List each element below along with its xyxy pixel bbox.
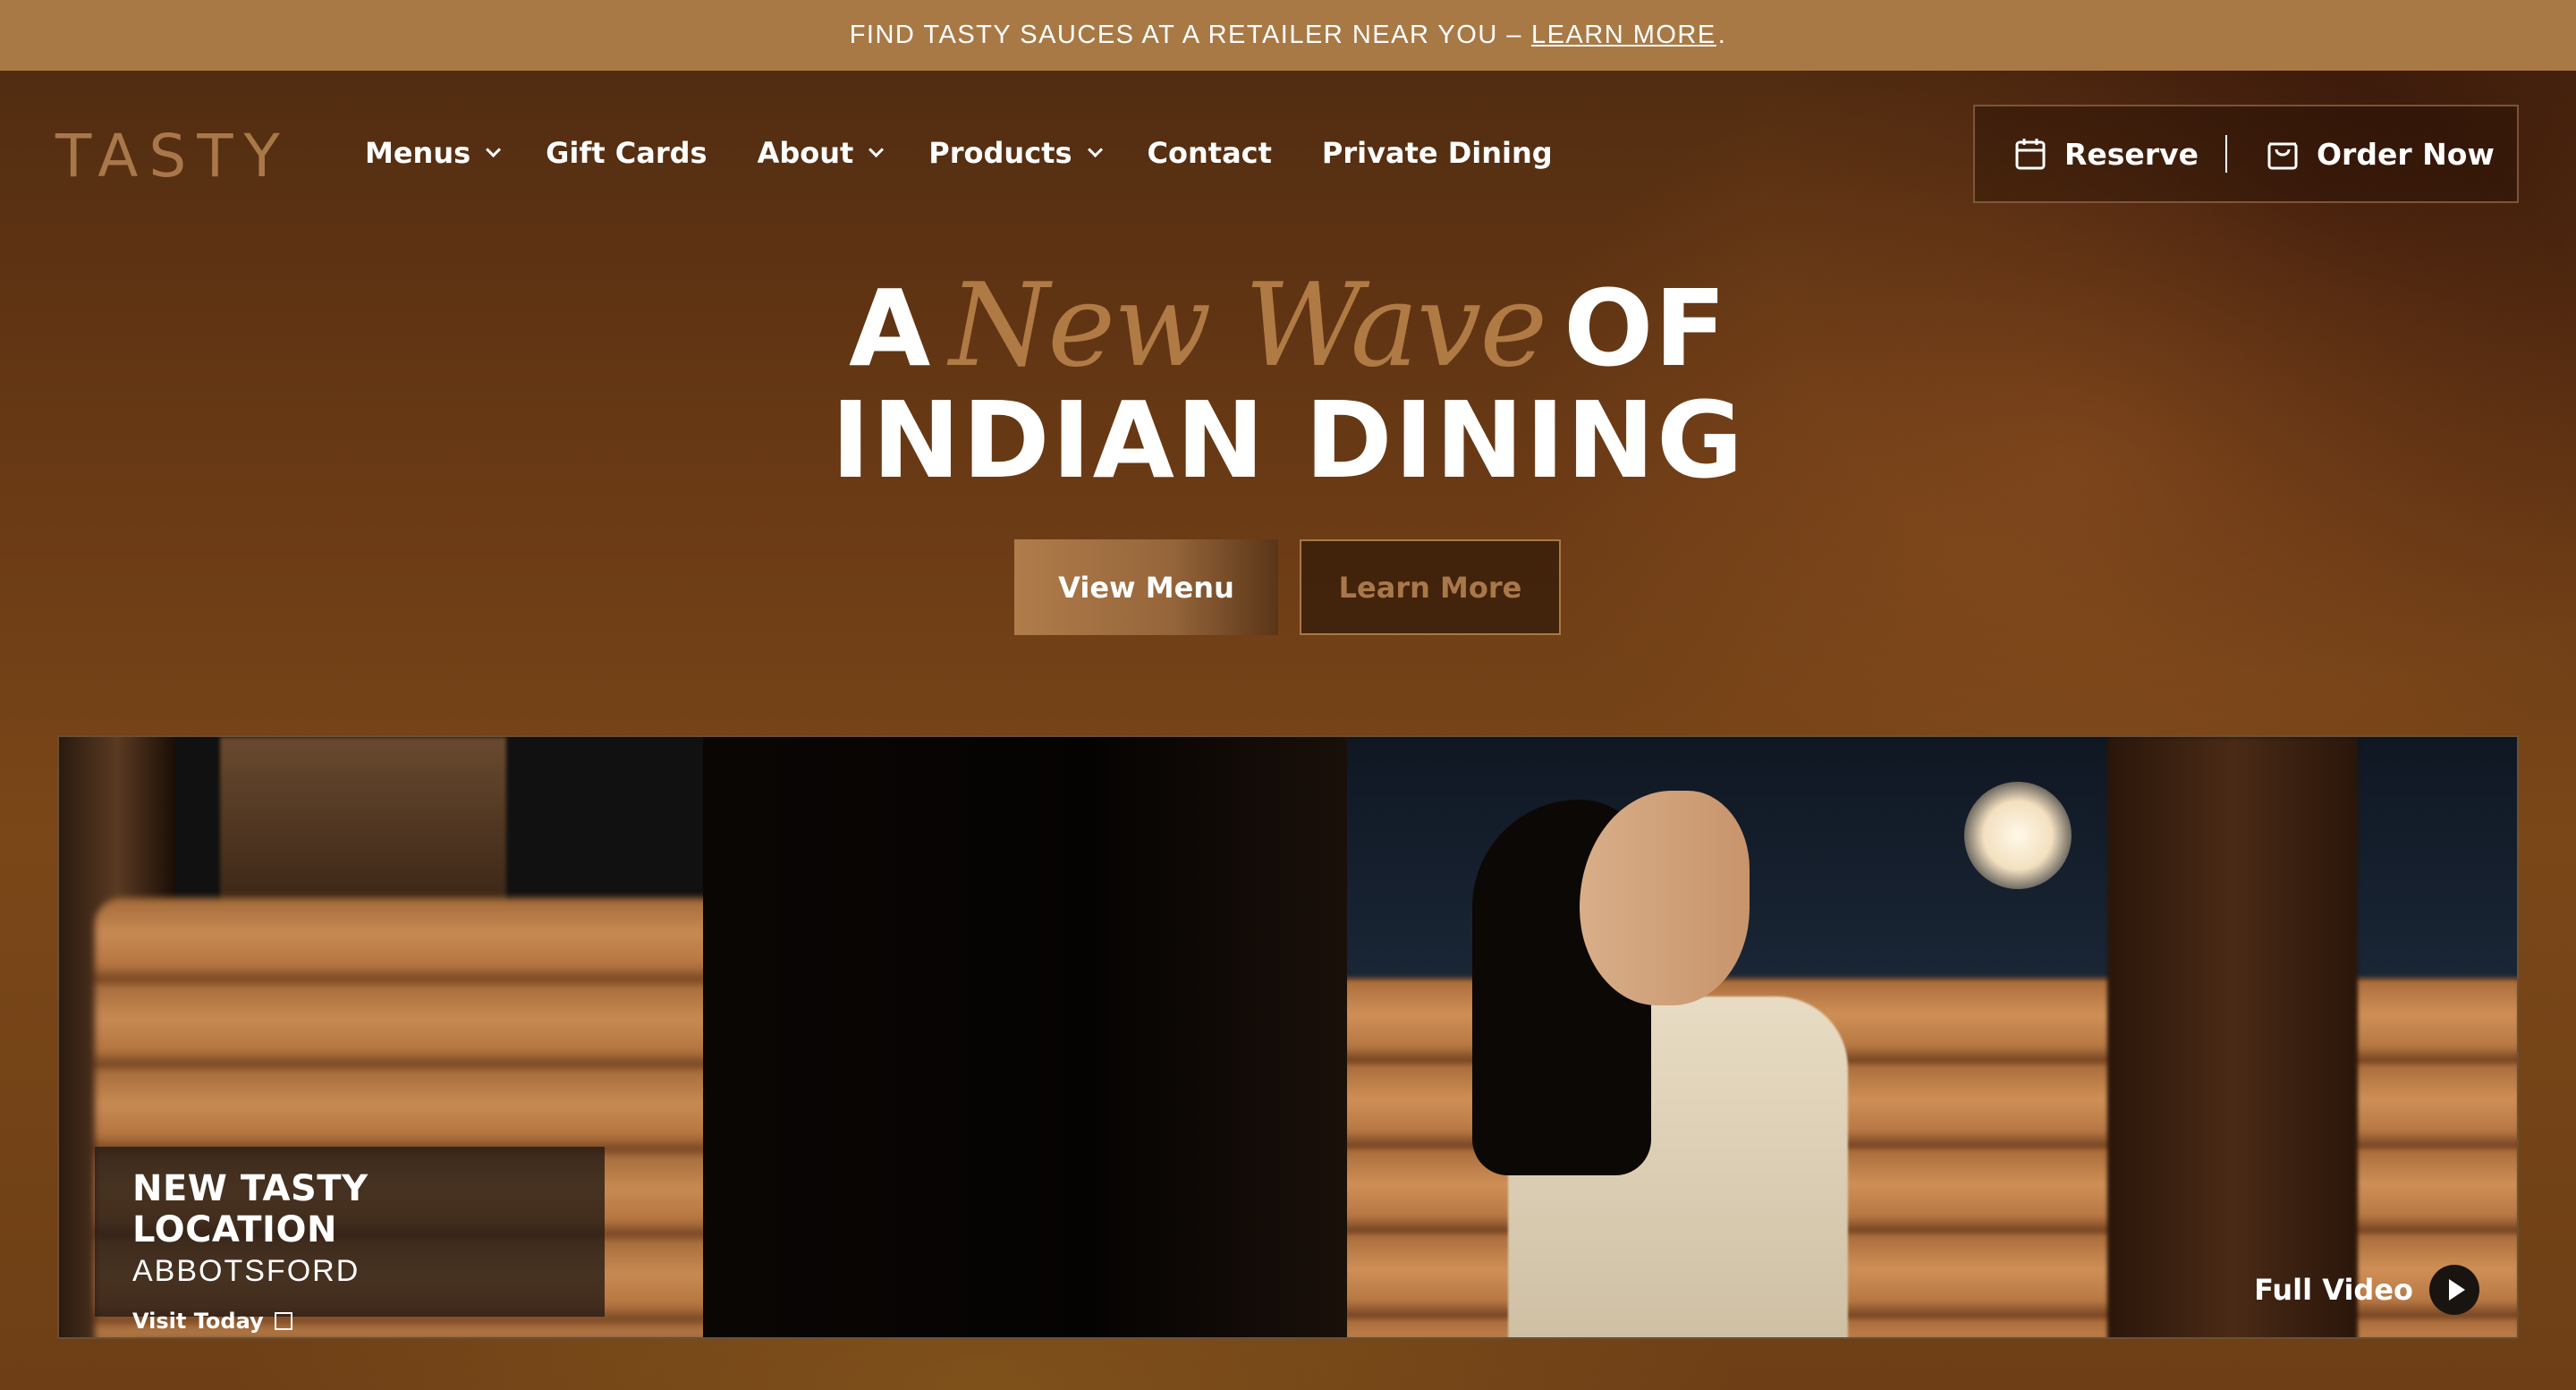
video-wall [220, 737, 506, 907]
location-title: NEW TASTY LOCATION [132, 1168, 369, 1250]
nav-item-private-dining[interactable]: Private Dining [1322, 131, 1553, 175]
hero-line-1: A New Wave OF [0, 268, 2576, 387]
nav-label: Products [928, 136, 1072, 170]
chevron-down-icon [869, 141, 885, 157]
hero-script-text: New Wave [949, 259, 1547, 393]
nav-item-products[interactable]: Products [928, 131, 1103, 175]
external-link-icon [274, 1312, 292, 1330]
hero-line-2: INDIAN DINING [831, 378, 1745, 502]
announcement-link[interactable]: LEARN MORE [1531, 21, 1716, 50]
logo[interactable]: TASTY [55, 122, 291, 191]
order-label: Order Now [2317, 136, 2495, 172]
main-nav: Menus Gift Cards About Products Contact … [365, 131, 1603, 175]
video-lamp [1964, 782, 2072, 889]
nav-label: About [757, 136, 854, 170]
chevron-down-icon [486, 141, 502, 157]
nav-item-contact[interactable]: Contact [1148, 131, 1272, 175]
video-pillar [2107, 737, 2358, 1337]
hero-heading: A New Wave OF INDIAN DINING [0, 268, 2576, 502]
chevron-down-icon [1087, 141, 1103, 157]
hero-word-a: A [848, 267, 932, 390]
hero-buttons: View Menu Learn More [1014, 539, 1561, 635]
nav-label: Contact [1147, 136, 1272, 170]
nav-label: Gift Cards [546, 136, 708, 170]
announcement-bar: FIND TASTY SAUCES AT A RETAILER NEAR YOU… [0, 0, 2576, 71]
announcement-text: FIND TASTY SAUCES AT A RETAILER NEAR YOU… [849, 21, 1522, 49]
nav-label: Private Dining [1321, 136, 1553, 170]
calendar-icon [2015, 139, 2046, 170]
order-now-button[interactable]: Order Now [2227, 106, 2495, 201]
visit-today-label: Visit Today [132, 1309, 264, 1334]
reserve-button[interactable]: Reserve [1975, 106, 2225, 201]
view-menu-button[interactable]: View Menu [1014, 539, 1278, 635]
location-card: NEW TASTY LOCATION ABBOTSFORD Visit Toda… [95, 1147, 605, 1334]
nav-label: Menus [365, 136, 471, 170]
location-subtitle: ABBOTSFORD [132, 1254, 360, 1288]
hero-video[interactable]: NEW TASTY LOCATION ABBOTSFORD Visit Toda… [57, 735, 2519, 1339]
learn-more-button[interactable]: Learn More [1300, 539, 1561, 635]
play-icon [2429, 1265, 2479, 1315]
announcement-end: . [1717, 21, 1727, 49]
nav-item-gift-cards[interactable]: Gift Cards [546, 131, 707, 175]
hero-word-of: OF [1563, 267, 1728, 390]
visit-today-link[interactable]: Visit Today [132, 1309, 567, 1334]
nav-item-about[interactable]: About [757, 131, 885, 175]
full-video-label: Full Video [2254, 1273, 2413, 1307]
header-cta-group: Reserve Order Now [1973, 105, 2519, 203]
shopping-bag-icon [2267, 142, 2298, 170]
nav-item-menus[interactable]: Menus [365, 131, 502, 175]
video-dark-panel [703, 737, 1347, 1337]
full-video-button[interactable]: Full Video [2254, 1265, 2479, 1315]
video-person [1454, 773, 1848, 1337]
reserve-label: Reserve [2064, 136, 2199, 172]
